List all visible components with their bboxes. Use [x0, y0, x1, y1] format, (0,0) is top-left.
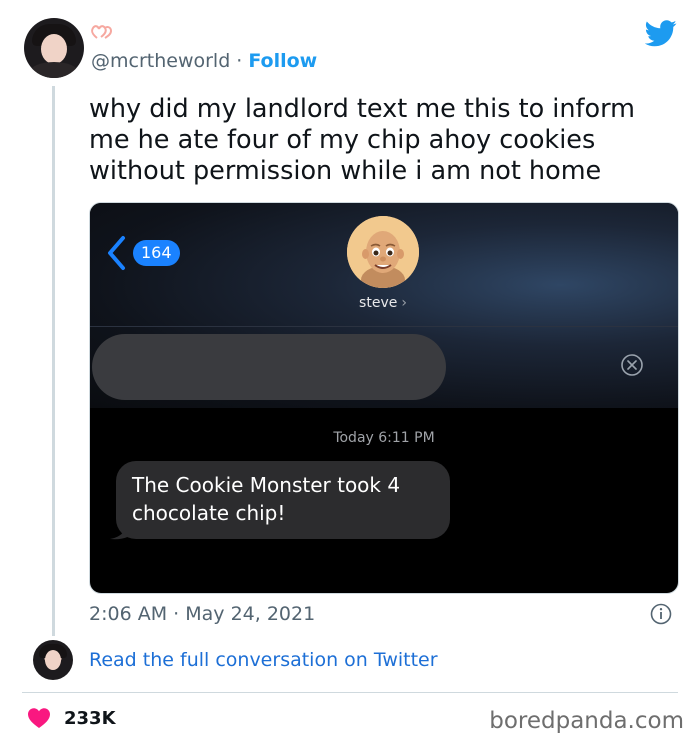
tweet-author-line: @mcrtheworld · Follow [91, 50, 317, 72]
info-icon[interactable] [650, 603, 672, 625]
boredpanda-watermark: boredpanda.com [489, 708, 684, 734]
separator-dot: · [236, 50, 243, 72]
like-count: 233K [64, 708, 116, 729]
follow-button[interactable]: Follow [248, 50, 317, 72]
contact-name-row[interactable]: steve › [320, 295, 446, 311]
tweet-media-screenshot[interactable]: 164 steve › Today 6:11 PM The Cookie Mons… [89, 202, 679, 594]
message-timestamp: Today 6:11 PM [333, 430, 435, 446]
back-chevron-icon [108, 236, 125, 270]
tweet-text: why did my landlord text me this to info… [89, 94, 635, 186]
separator-dot: · [173, 603, 180, 625]
reply-avatar[interactable] [33, 640, 73, 680]
divider [22, 692, 678, 693]
hearts-icon [91, 25, 113, 39]
memoji-avatar [347, 216, 419, 288]
tweet-timestamp-line[interactable]: 2:06 AM · May 24, 2021 [89, 603, 315, 625]
redacted-pill [92, 334, 446, 400]
profile-avatar[interactable] [24, 18, 84, 78]
clear-icon [621, 354, 643, 376]
header-divider [90, 326, 678, 327]
read-conversation-link[interactable]: Read the full conversation on Twitter [89, 649, 438, 671]
contact-chevron: › [401, 295, 407, 311]
thread-line [52, 86, 55, 636]
twitter-bird-icon[interactable] [645, 20, 677, 47]
contact-name: steve [359, 295, 398, 311]
author-handle[interactable]: @mcrtheworld [91, 50, 230, 72]
unread-count-badge: 164 [133, 240, 180, 266]
message-bubble: The Cookie Monster took 4 chocolate chip… [116, 461, 450, 539]
tweet-time: 2:06 AM [89, 603, 168, 625]
tweet-date: May 24, 2021 [185, 603, 316, 625]
heart-icon[interactable] [27, 707, 51, 729]
